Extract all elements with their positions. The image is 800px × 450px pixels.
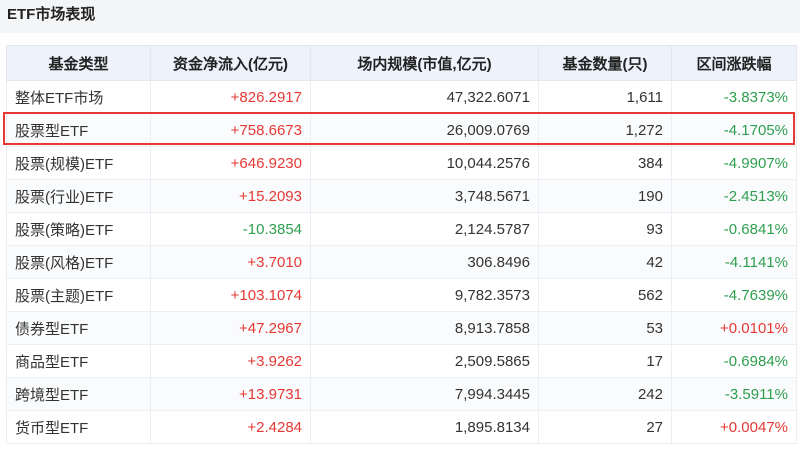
cell-net-inflow: +15.2093 — [150, 179, 311, 213]
column-header-net-inflow[interactable]: 资金净流入(亿元) — [150, 45, 311, 81]
table-row[interactable]: 商品型ETF +3.9262 2,509.5865 17 -0.6984% — [6, 344, 797, 378]
etf-performance-table: 基金类型 资金净流入(亿元) 场内规模(市值,亿元) 基金数量(只) 区间涨跌幅… — [6, 45, 797, 444]
table-row[interactable]: 股票(规模)ETF +646.9230 10,044.2576 384 -4.9907% — [6, 146, 797, 180]
cell-change: -0.6841% — [671, 212, 797, 246]
cell-scale: 306.8496 — [310, 245, 539, 279]
cell-fund-count: 562 — [538, 278, 672, 312]
cell-net-inflow: +758.6673 — [150, 113, 311, 147]
table-row[interactable]: 货币型ETF +2.4284 1,895.8134 27 +0.0047% — [6, 410, 797, 444]
cell-change: -3.8373% — [671, 80, 797, 114]
cell-fund-count: 93 — [538, 212, 672, 246]
table-body: 整体ETF市场 +826.2917 47,322.6071 1,611 -3.8373%… — [6, 80, 797, 444]
cell-change: -4.1141% — [671, 245, 797, 279]
table-row[interactable]: 股票(策略)ETF -10.3854 2,124.5787 93 -0.6841% — [6, 212, 797, 246]
cell-fund-type: 商品型ETF — [6, 344, 151, 378]
cell-fund-type: 整体ETF市场 — [6, 80, 151, 114]
cell-fund-type: 债券型ETF — [6, 311, 151, 345]
cell-scale: 47,322.6071 — [310, 80, 539, 114]
cell-scale: 2,509.5865 — [310, 344, 539, 378]
cell-fund-type: 股票(策略)ETF — [6, 212, 151, 246]
cell-scale: 1,895.8134 — [310, 410, 539, 444]
cell-net-inflow: +2.4284 — [150, 410, 311, 444]
column-header-change[interactable]: 区间涨跌幅 — [671, 45, 797, 81]
cell-change: -4.7639% — [671, 278, 797, 312]
cell-fund-count: 384 — [538, 146, 672, 180]
cell-fund-count: 27 — [538, 410, 672, 444]
cell-net-inflow: +13.9731 — [150, 377, 311, 411]
cell-change: -0.6984% — [671, 344, 797, 378]
cell-change: -3.5911% — [671, 377, 797, 411]
cell-net-inflow: +103.1074 — [150, 278, 311, 312]
cell-net-inflow: -10.3854 — [150, 212, 311, 246]
cell-fund-count: 1,272 — [538, 113, 672, 147]
page: ETF市场表现 基金类型 资金净流入(亿元) 场内规模(市值,亿元) 基金数量(… — [0, 0, 800, 450]
cell-fund-type: 货币型ETF — [6, 410, 151, 444]
cell-fund-type: 股票(规模)ETF — [6, 146, 151, 180]
cell-fund-count: 190 — [538, 179, 672, 213]
cell-scale: 2,124.5787 — [310, 212, 539, 246]
cell-scale: 10,044.2576 — [310, 146, 539, 180]
table-row[interactable]: 股票(主题)ETF +103.1074 9,782.3573 562 -4.7639% — [6, 278, 797, 312]
cell-fund-type: 股票(主题)ETF — [6, 278, 151, 312]
column-header-scale[interactable]: 场内规模(市值,亿元) — [310, 45, 539, 81]
cell-net-inflow: +47.2967 — [150, 311, 311, 345]
table-row[interactable]: 债券型ETF +47.2967 8,913.7858 53 +0.0101% — [6, 311, 797, 345]
column-header-fund-type[interactable]: 基金类型 — [6, 45, 151, 81]
cell-fund-count: 42 — [538, 245, 672, 279]
cell-net-inflow: +646.9230 — [150, 146, 311, 180]
page-title: ETF市场表现 — [7, 6, 96, 23]
cell-scale: 26,009.0769 — [310, 113, 539, 147]
title-bar: ETF市场表现 — [0, 0, 800, 33]
cell-change: -4.9907% — [671, 146, 797, 180]
cell-fund-count: 53 — [538, 311, 672, 345]
cell-scale: 7,994.3445 — [310, 377, 539, 411]
table-row[interactable]: 股票型ETF +758.6673 26,009.0769 1,272 -4.1705% — [6, 113, 797, 147]
table-row[interactable]: 跨境型ETF +13.9731 7,994.3445 242 -3.5911% — [6, 377, 797, 411]
cell-fund-count: 242 — [538, 377, 672, 411]
cell-fund-type: 股票(行业)ETF — [6, 179, 151, 213]
table-row[interactable]: 整体ETF市场 +826.2917 47,322.6071 1,611 -3.8373% — [6, 80, 797, 114]
table-row[interactable]: 股票(行业)ETF +15.2093 3,748.5671 190 -2.4513% — [6, 179, 797, 213]
table-row[interactable]: 股票(风格)ETF +3.7010 306.8496 42 -4.1141% — [6, 245, 797, 279]
cell-fund-count: 1,611 — [538, 80, 672, 114]
cell-fund-type: 跨境型ETF — [6, 377, 151, 411]
cell-scale: 8,913.7858 — [310, 311, 539, 345]
cell-change: -2.4513% — [671, 179, 797, 213]
cell-scale: 3,748.5671 — [310, 179, 539, 213]
column-header-fund-count[interactable]: 基金数量(只) — [538, 45, 672, 81]
cell-fund-type: 股票型ETF — [6, 113, 151, 147]
cell-net-inflow: +826.2917 — [150, 80, 311, 114]
cell-fund-count: 17 — [538, 344, 672, 378]
cell-fund-type: 股票(风格)ETF — [6, 245, 151, 279]
etf-table-container: 基金类型 资金净流入(亿元) 场内规模(市值,亿元) 基金数量(只) 区间涨跌幅… — [6, 45, 797, 444]
cell-change: +0.0101% — [671, 311, 797, 345]
cell-change: -4.1705% — [671, 113, 797, 147]
cell-net-inflow: +3.7010 — [150, 245, 311, 279]
cell-scale: 9,782.3573 — [310, 278, 539, 312]
table-header-row: 基金类型 资金净流入(亿元) 场内规模(市值,亿元) 基金数量(只) 区间涨跌幅 — [6, 45, 797, 81]
cell-change: +0.0047% — [671, 410, 797, 444]
cell-net-inflow: +3.9262 — [150, 344, 311, 378]
